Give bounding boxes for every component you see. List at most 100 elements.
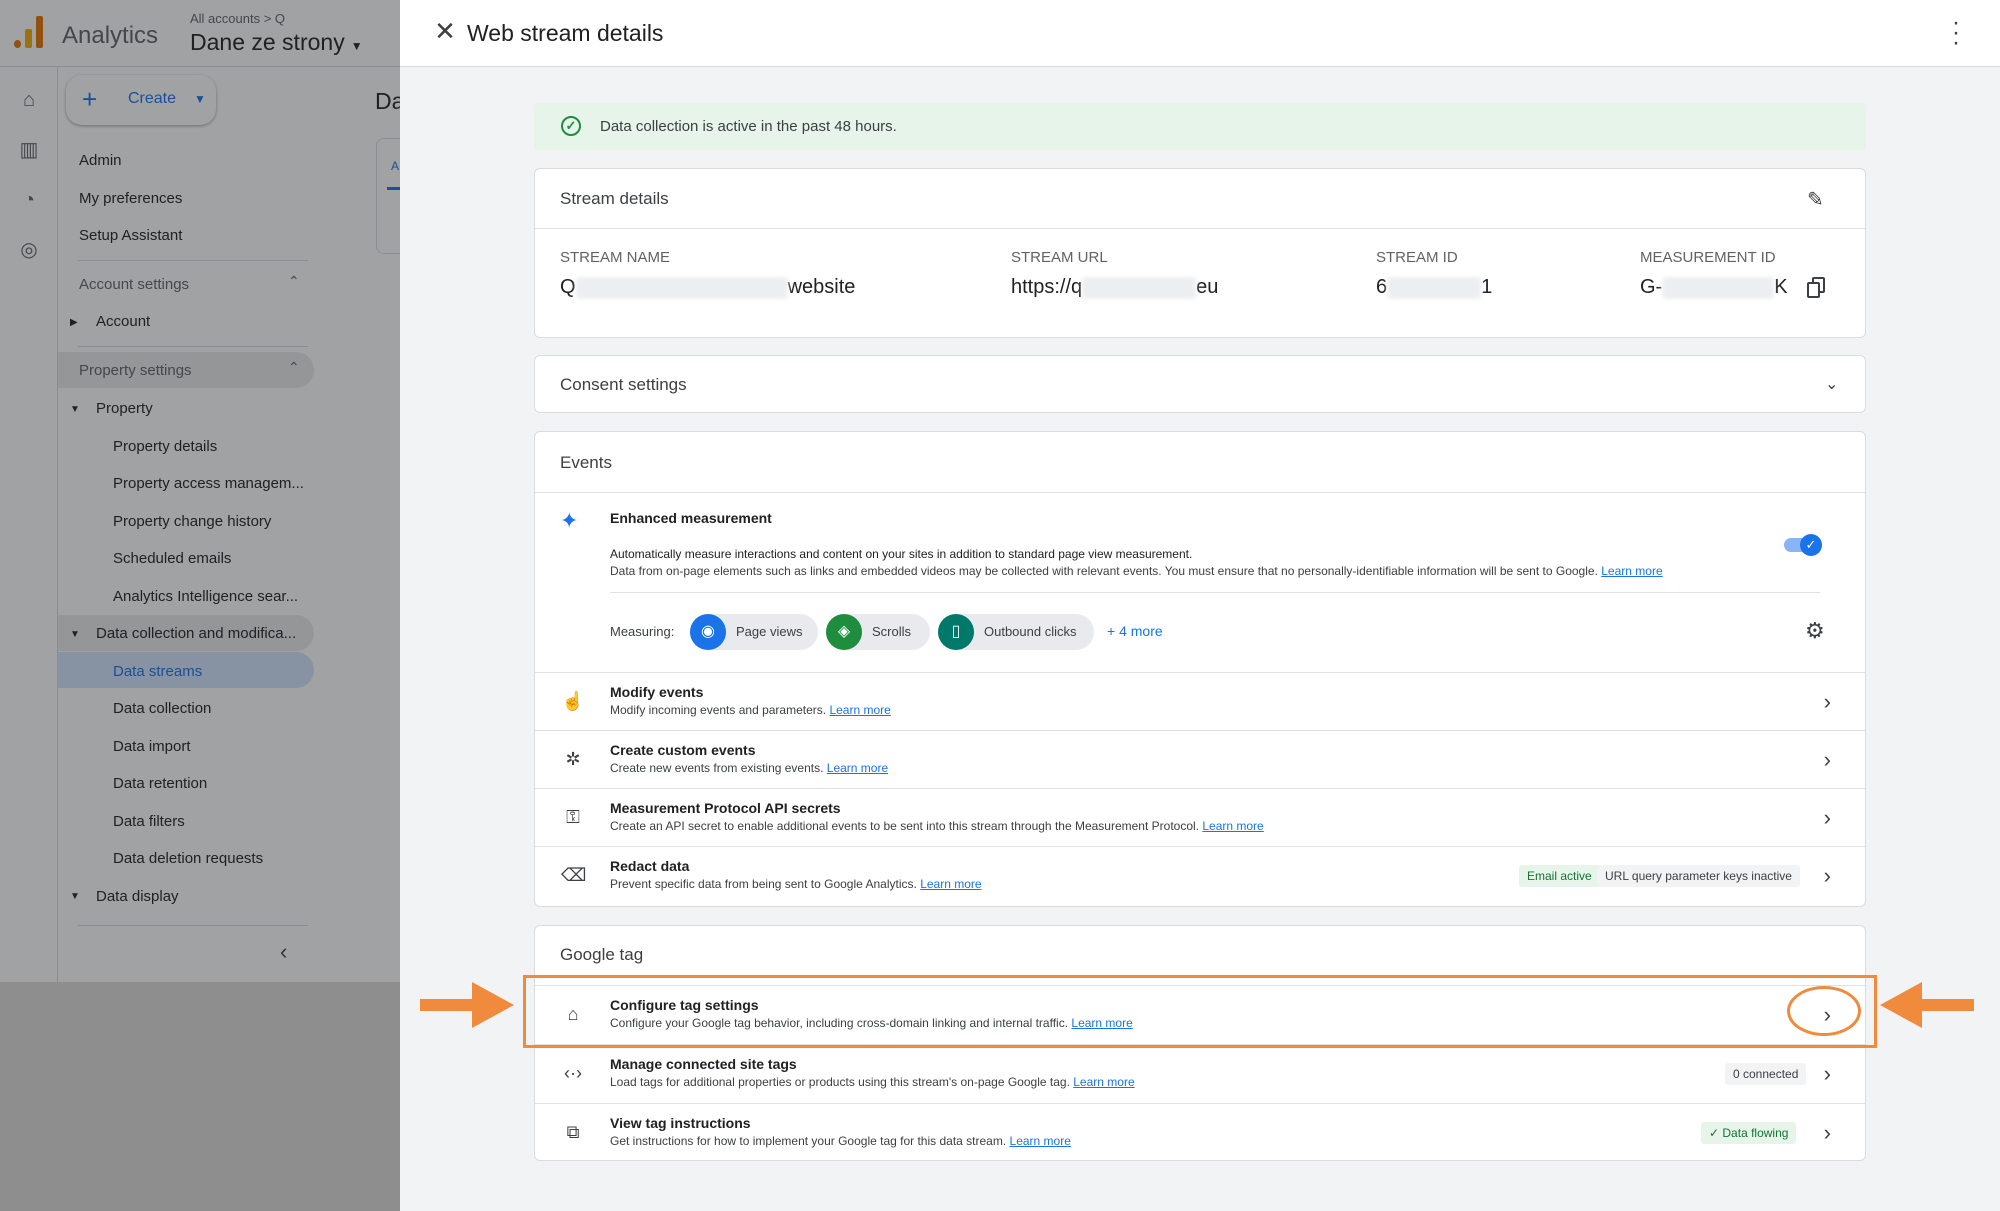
row-title: Manage connected site tags bbox=[610, 1056, 797, 1072]
click-spark-icon: ✲ bbox=[565, 749, 581, 769]
more-chips-link[interactable]: + 4 more bbox=[1107, 623, 1163, 639]
row-title: Modify events bbox=[610, 684, 704, 700]
chevron-right-icon[interactable]: › bbox=[1824, 1061, 1831, 1087]
measurement-id-prefix: G- bbox=[1640, 276, 1663, 298]
view-tag-instructions-row[interactable]: ⧉ View tag instructions Get instructions… bbox=[535, 1103, 1865, 1161]
status-badge: URL query parameter keys inactive bbox=[1597, 865, 1800, 887]
stream-details-heading: Stream details bbox=[560, 189, 669, 208]
check-icon: ✓ bbox=[1800, 534, 1822, 556]
learn-more-link[interactable]: Learn more bbox=[920, 877, 981, 891]
consent-settings-card[interactable]: Consent settings ⌄ bbox=[534, 355, 1866, 413]
desc2-text: Data from on-page elements such as links… bbox=[610, 564, 1598, 578]
arrow-left-icon bbox=[1880, 982, 1974, 1028]
learn-more-link[interactable]: Learn more bbox=[1202, 819, 1263, 833]
banner-text: Data collection is active in the past 48… bbox=[600, 118, 897, 135]
chevron-right-icon[interactable]: › bbox=[1824, 689, 1831, 715]
chip-label: Page views bbox=[736, 624, 803, 639]
data-flowing-badge: ✓ Data flowing bbox=[1701, 1122, 1797, 1144]
redact-data-row[interactable]: ⌫ Redact data Prevent specific data from… bbox=[535, 846, 1865, 904]
status-badge: Email active bbox=[1519, 865, 1600, 887]
chevron-right-icon[interactable]: › bbox=[1824, 1120, 1831, 1146]
chip-outbound-clicks[interactable]: ▯ Outbound clicks bbox=[938, 614, 1094, 650]
measuring-label: Measuring: bbox=[610, 624, 675, 639]
stream-url-value: https://q eu bbox=[1011, 276, 1218, 299]
row-desc: Create an API secret to enable additiona… bbox=[610, 819, 1264, 833]
chevron-right-icon[interactable]: › bbox=[1824, 805, 1831, 831]
chevron-down-icon[interactable]: ⌄ bbox=[1825, 374, 1838, 394]
stream-url-suffix: eu bbox=[1196, 276, 1219, 298]
stream-id-prefix: 6 bbox=[1376, 276, 1388, 298]
chevron-right-icon[interactable]: › bbox=[1824, 747, 1831, 773]
touch-icon: ☝ bbox=[561, 691, 585, 711]
mouse-icon: ▯ bbox=[938, 614, 974, 650]
learn-more-link[interactable]: Learn more bbox=[1010, 1134, 1071, 1148]
row-desc: Prevent specific data from being sent to… bbox=[610, 877, 982, 891]
google-tag-heading: Google tag bbox=[560, 945, 644, 964]
row-title: Measurement Protocol API secrets bbox=[610, 800, 841, 816]
divider bbox=[610, 592, 1820, 593]
create-custom-events-row[interactable]: ✲ Create custom events Create new events… bbox=[535, 730, 1865, 788]
chip-scrolls[interactable]: ◈ Scrolls bbox=[826, 614, 930, 650]
stream-name-label: STREAM NAME bbox=[560, 249, 671, 266]
row-desc: Modify incoming events and parameters. L… bbox=[610, 703, 891, 717]
chip-page-views[interactable]: ◉ Page views bbox=[690, 614, 818, 650]
status-banner: ✓ Data collection is active in the past … bbox=[534, 103, 1866, 150]
redacted-blur bbox=[1387, 276, 1482, 299]
stream-name-suffix: website bbox=[787, 276, 856, 298]
row-title: View tag instructions bbox=[610, 1115, 751, 1131]
close-icon[interactable]: ✕ bbox=[430, 16, 460, 47]
enhanced-measurement-desc2: Data from on-page elements such as links… bbox=[610, 564, 1663, 578]
enhanced-measurement-title: Enhanced measurement bbox=[610, 510, 772, 526]
scrim-bottom bbox=[0, 982, 400, 1211]
learn-more-link[interactable]: Learn more bbox=[1601, 564, 1662, 578]
enhanced-measurement-desc1: Automatically measure interactions and c… bbox=[610, 547, 1193, 561]
events-heading: Events bbox=[560, 453, 612, 472]
row-desc: Get instructions for how to implement yo… bbox=[610, 1134, 1071, 1148]
divider bbox=[535, 228, 1865, 229]
more-options-icon[interactable]: · · · bbox=[1950, 11, 1962, 55]
enhanced-measurement-toggle[interactable]: ✓ bbox=[1782, 534, 1822, 556]
measurement-protocol-row[interactable]: ⚿ Measurement Protocol API secrets Creat… bbox=[535, 788, 1865, 846]
row-desc: Load tags for additional properties or p… bbox=[610, 1075, 1135, 1089]
row-title: Create custom events bbox=[610, 742, 756, 758]
check-circle-icon: ✓ bbox=[561, 116, 581, 136]
panel-title: Web stream details bbox=[467, 20, 664, 46]
learn-more-link[interactable]: Learn more bbox=[827, 761, 888, 775]
row-title: Redact data bbox=[610, 858, 690, 874]
code-arrows-icon: ‹·› bbox=[564, 1063, 582, 1083]
consent-settings-heading: Consent settings bbox=[560, 375, 687, 394]
chevron-right-icon[interactable]: › bbox=[1824, 863, 1831, 889]
connected-count-badge: 0 connected bbox=[1725, 1063, 1807, 1085]
highlight-circle bbox=[1787, 986, 1861, 1036]
learn-more-link[interactable]: Learn more bbox=[1073, 1075, 1134, 1089]
measurement-id-label: MEASUREMENT ID bbox=[1640, 249, 1776, 266]
events-card: Events ✦ Enhanced measurement Automatica… bbox=[534, 431, 1866, 907]
key-icon: ⚿ bbox=[566, 807, 580, 827]
stream-details-card: Stream details ✎ STREAM NAME Qwebsite ST… bbox=[534, 168, 1866, 338]
code-box-icon: ⧉ bbox=[566, 1122, 580, 1142]
redacted-blur bbox=[1662, 276, 1775, 299]
panel-header: ✕ Web stream details · · · bbox=[400, 0, 2000, 67]
learn-more-link[interactable]: Learn more bbox=[829, 703, 890, 717]
redacted-blur bbox=[1082, 276, 1197, 299]
measurement-id-value: G- K bbox=[1640, 276, 1788, 299]
eye-icon: ◉ bbox=[690, 614, 726, 650]
manage-connected-site-tags-row[interactable]: ‹·› Manage connected site tags Load tags… bbox=[535, 1044, 1865, 1102]
gear-icon[interactable]: ⚙ bbox=[1805, 618, 1825, 644]
scrim[interactable] bbox=[0, 0, 400, 982]
eraser-icon: ⌫ bbox=[561, 865, 587, 885]
modify-events-row[interactable]: ☝ Modify events Modify incoming events a… bbox=[535, 672, 1865, 730]
sparkle-icon: ✦ bbox=[560, 508, 579, 533]
arrow-right-icon bbox=[420, 982, 514, 1028]
redacted-blur bbox=[575, 276, 788, 299]
stream-id-label: STREAM ID bbox=[1376, 249, 1458, 266]
scroll-icon: ◈ bbox=[826, 614, 862, 650]
measuring-chips: ◉ Page views ◈ Scrolls ▯ Outbound clicks + … bbox=[690, 614, 1290, 650]
edit-pencil-icon[interactable]: ✎ bbox=[1807, 187, 1824, 212]
chip-label: Outbound clicks bbox=[984, 624, 1077, 639]
copy-icon[interactable] bbox=[1807, 277, 1825, 298]
stream-url-label: STREAM URL bbox=[1011, 249, 1108, 266]
stream-name-prefix: Q bbox=[560, 276, 576, 298]
stream-url-prefix: https://q bbox=[1011, 276, 1083, 298]
stream-id-value: 61 bbox=[1376, 276, 1492, 299]
